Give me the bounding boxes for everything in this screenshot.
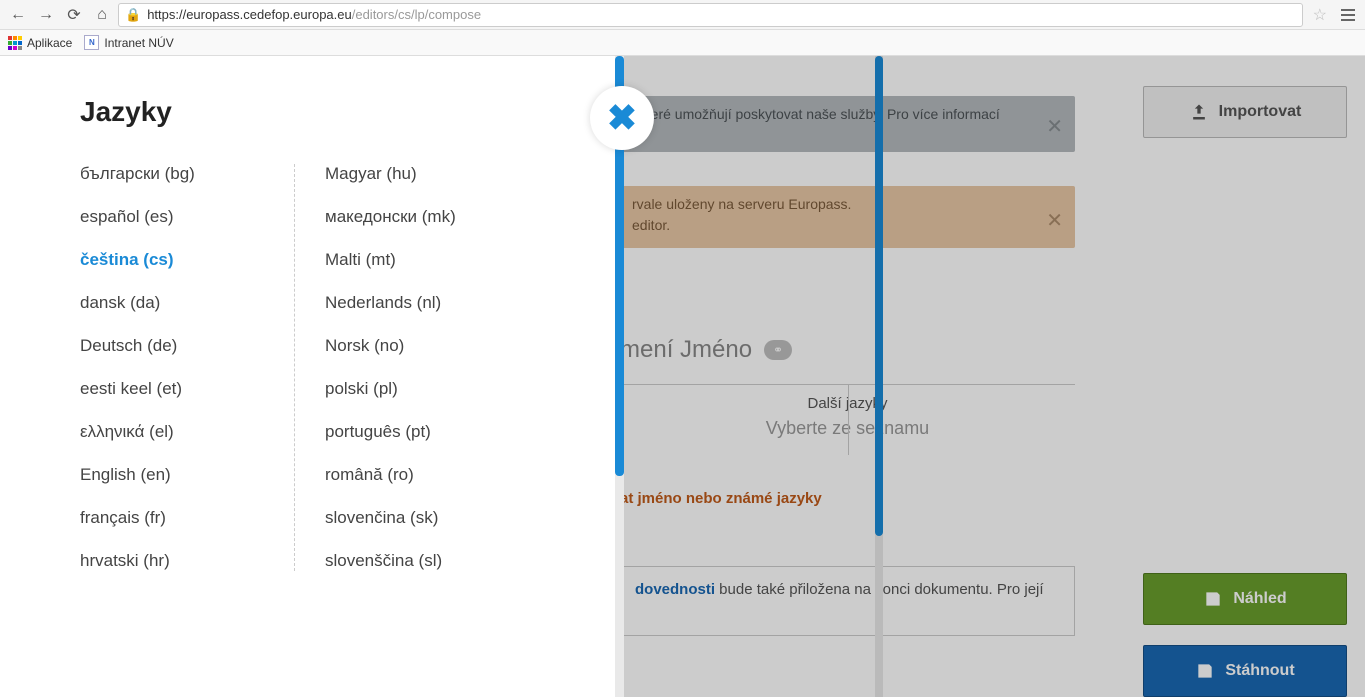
close-icon: ✖ — [607, 100, 637, 136]
language-option[interactable]: Malti (mt) — [325, 250, 510, 270]
bookmark-star-icon[interactable]: ☆ — [1307, 5, 1333, 25]
language-option[interactable]: slovenčina (sk) — [325, 508, 510, 528]
apps-shortcut[interactable]: Aplikace — [8, 36, 72, 50]
bookmark-label: Intranet NÚV — [104, 36, 173, 50]
apps-icon — [8, 36, 22, 50]
language-column-2: Magyar (hu) македонски (mk) Malti (mt) N… — [295, 164, 510, 571]
language-option[interactable]: English (en) — [80, 465, 294, 485]
language-option[interactable]: dansk (da) — [80, 293, 294, 313]
language-option[interactable]: Nederlands (nl) — [325, 293, 510, 313]
bookmarks-bar: Aplikace N Intranet NÚV — [0, 30, 1365, 56]
browser-menu-icon[interactable] — [1337, 4, 1359, 26]
home-button[interactable]: ⌂ — [90, 3, 114, 27]
back-button[interactable]: ← — [6, 3, 30, 27]
modal-close-button[interactable]: ✖ — [590, 86, 654, 150]
language-modal: Jazyky български (bg) español (es) češti… — [0, 56, 615, 697]
modal-title: Jazyky — [80, 96, 585, 128]
language-option[interactable]: eesti keel (et) — [80, 379, 294, 399]
reload-button[interactable]: ⟳ — [62, 3, 86, 27]
bookmark-item[interactable]: N Intranet NÚV — [84, 35, 173, 50]
modal-scrollbar[interactable] — [615, 56, 624, 697]
language-option[interactable]: македонски (mk) — [325, 207, 510, 227]
language-option[interactable]: français (fr) — [80, 508, 294, 528]
language-option[interactable]: hrvatski (hr) — [80, 551, 294, 571]
language-option[interactable]: română (ro) — [325, 465, 510, 485]
apps-label: Aplikace — [27, 36, 72, 50]
language-option[interactable]: português (pt) — [325, 422, 510, 442]
language-option[interactable]: español (es) — [80, 207, 294, 227]
browser-toolbar: ← → ⟳ ⌂ 🔒 https://europass.cedefop.europ… — [0, 0, 1365, 30]
language-option[interactable]: slovenščina (sl) — [325, 551, 510, 571]
url-text: https://europass.cedefop.europa.eu/edito… — [147, 7, 481, 22]
language-option[interactable]: ελληνικά (el) — [80, 422, 294, 442]
lock-icon: 🔒 — [125, 7, 141, 23]
language-column-1: български (bg) español (es) čeština (cs)… — [80, 164, 295, 571]
language-option[interactable]: Deutsch (de) — [80, 336, 294, 356]
language-option[interactable]: polski (pl) — [325, 379, 510, 399]
language-option[interactable]: Norsk (no) — [325, 336, 510, 356]
language-option-active[interactable]: čeština (cs) — [80, 250, 294, 270]
bookmark-favicon: N — [84, 35, 99, 50]
page-viewport: , které umožňují poskytovat naše služby.… — [0, 56, 1365, 697]
language-option[interactable]: български (bg) — [80, 164, 294, 184]
language-option[interactable]: Magyar (hu) — [325, 164, 510, 184]
address-bar[interactable]: 🔒 https://europass.cedefop.europa.eu/edi… — [118, 3, 1303, 27]
forward-button[interactable]: → — [34, 3, 58, 27]
